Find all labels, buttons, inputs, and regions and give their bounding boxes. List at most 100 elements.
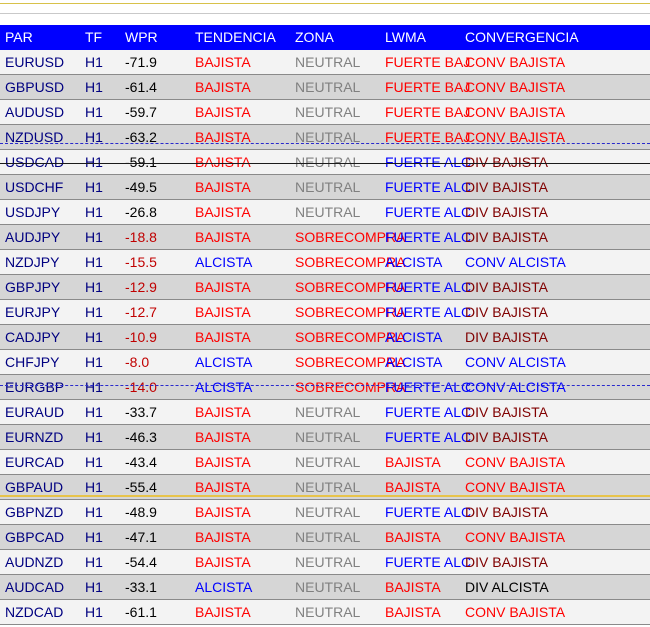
cell-tendencia: BAJISTA: [195, 54, 251, 70]
cell-tendencia: BAJISTA: [195, 429, 251, 445]
cell-convergencia: DIV BAJISTA: [465, 504, 548, 520]
cell-convergencia: DIV BAJISTA: [465, 554, 548, 570]
chart-top-area: [0, 0, 650, 25]
table-row: CHFJPY H1 -8.0 ALCISTA SOBRECOMPRA ALCISTA CON…: [0, 350, 650, 375]
table-row: NZDCAD H1 -61.1 BAJISTA NEUTRAL BAJISTA CONV B…: [0, 600, 650, 625]
table-row: GBPNZD H1 -48.9 BAJISTA NEUTRAL FUERTE ALC DIV…: [0, 500, 650, 525]
cell-par: AUDNZD: [5, 554, 64, 570]
cell-lwma: FUERTE ALC: [385, 204, 472, 220]
cell-par: EURCAD: [5, 454, 65, 470]
cell-tf: H1: [85, 504, 103, 520]
cell-tendencia: BAJISTA: [195, 329, 251, 345]
cell-zona: NEUTRAL: [295, 129, 361, 145]
cell-par: EURGBP: [5, 379, 65, 395]
cell-convergencia: CONV BAJISTA: [465, 454, 566, 470]
header-tendencia: TENDENCIA: [195, 29, 276, 45]
cell-tendencia: ALCISTA: [195, 379, 253, 395]
cell-par: GBPJPY: [5, 279, 61, 295]
cell-tf: H1: [85, 554, 103, 570]
table-row: EURGBP H1 -14.0 ALCISTA SOBRECOMPRA FUERTE AL…: [0, 375, 650, 400]
cell-par: GBPUSD: [5, 79, 65, 95]
cell-lwma: FUERTE ALC: [385, 229, 472, 245]
cell-convergencia: DIV BAJISTA: [465, 279, 548, 295]
cell-tf: H1: [85, 604, 103, 620]
grid-line: [0, 13, 650, 14]
cell-zona: NEUTRAL: [295, 404, 361, 420]
cell-wpr: -12.7: [125, 304, 157, 320]
cell-lwma: FUERTE ALC: [385, 504, 472, 520]
cell-convergencia: CONV BAJISTA: [465, 529, 566, 545]
cell-wpr: -12.9: [125, 279, 157, 295]
cell-tf: H1: [85, 204, 103, 220]
cell-wpr: -15.5: [125, 254, 157, 270]
cell-wpr: -61.4: [125, 79, 157, 95]
cell-convergencia: CONV BAJISTA: [465, 104, 566, 120]
table-header: PAR TF WPR TENDENCIA ZONA LWMA CONVERGEN…: [0, 25, 650, 50]
cell-par: CADJPY: [5, 329, 61, 345]
cell-convergencia: DIV BAJISTA: [465, 329, 548, 345]
cell-zona: NEUTRAL: [295, 54, 361, 70]
cell-tf: H1: [85, 304, 103, 320]
cell-convergencia: CONV BAJISTA: [465, 54, 566, 70]
cell-lwma: FUERTE BAJ: [385, 54, 471, 70]
cell-wpr: -49.5: [125, 179, 157, 195]
cell-par: NZDJPY: [5, 254, 60, 270]
cell-par: AUDUSD: [5, 104, 65, 120]
cell-lwma: BAJISTA: [385, 529, 441, 545]
table-row: AUDUSD H1 -59.7 BAJISTA NEUTRAL FUERTE BAJ CON…: [0, 100, 650, 125]
cell-lwma: FUERTE ALC: [385, 379, 472, 395]
cell-zona: NEUTRAL: [295, 179, 361, 195]
cell-par: EURAUD: [5, 404, 65, 420]
cell-par: CHFJPY: [5, 354, 60, 370]
cell-tendencia: ALCISTA: [195, 354, 253, 370]
cell-tf: H1: [85, 579, 103, 595]
cell-par: EURNZD: [5, 429, 64, 445]
cell-zona: NEUTRAL: [295, 104, 361, 120]
table-row: EURAUD H1 -33.7 BAJISTA NEUTRAL FUERTE ALC DIV…: [0, 400, 650, 425]
cell-par: EURUSD: [5, 54, 65, 70]
cell-par: NZDCAD: [5, 604, 64, 620]
cell-lwma: FUERTE ALC: [385, 179, 472, 195]
cell-wpr: -48.9: [125, 504, 157, 520]
cell-par: NZDUSD: [5, 129, 64, 145]
table-row: NZDUSD H1 -63.2 BAJISTA NEUTRAL FUERTE BAJ CON…: [0, 125, 650, 150]
price-line: [0, 3, 650, 4]
cell-tendencia: BAJISTA: [195, 554, 251, 570]
cell-convergencia: CONV BAJISTA: [465, 129, 566, 145]
header-lwma: LWMA: [385, 29, 426, 45]
cell-tf: H1: [85, 254, 103, 270]
cell-convergencia: DIV BAJISTA: [465, 304, 548, 320]
cell-wpr: -46.3: [125, 429, 157, 445]
table-row: USDJPY H1 -26.8 BAJISTA NEUTRAL FUERTE ALC DIV…: [0, 200, 650, 225]
cell-tf: H1: [85, 179, 103, 195]
cell-convergencia: CONV ALCISTA: [465, 354, 566, 370]
table-row: NZDJPY H1 -15.5 ALCISTA SOBRECOMPRA ALCISTA CO…: [0, 250, 650, 275]
header-par: PAR: [5, 29, 33, 45]
cell-wpr: -47.1: [125, 529, 157, 545]
table-row: EURCAD H1 -43.4 BAJISTA NEUTRAL BAJISTA CONV B…: [0, 450, 650, 475]
cell-lwma: ALCISTA: [385, 254, 443, 270]
cell-convergencia: CONV BAJISTA: [465, 79, 566, 95]
cell-tendencia: BAJISTA: [195, 179, 251, 195]
header-wpr: WPR: [125, 29, 158, 45]
chart-level-line: [0, 385, 650, 386]
table-row: EURJPY H1 -12.7 BAJISTA SOBRECOMPRA FUERTE AL…: [0, 300, 650, 325]
cell-tf: H1: [85, 129, 103, 145]
cell-wpr: -26.8: [125, 204, 157, 220]
table-row: AUDJPY H1 -18.8 BAJISTA SOBRECOMPRA FUERTE AL…: [0, 225, 650, 250]
cell-convergencia: CONV ALCISTA: [465, 379, 566, 395]
cell-tf: H1: [85, 79, 103, 95]
header-convergencia: CONVERGENCIA: [465, 29, 579, 45]
cell-wpr: -61.1: [125, 604, 157, 620]
cell-par: AUDCAD: [5, 579, 65, 595]
table-row: AUDCAD H1 -33.1 ALCISTA NEUTRAL BAJISTA DIV AL…: [0, 575, 650, 600]
cell-tendencia: BAJISTA: [195, 304, 251, 320]
table-row: AUDNZD H1 -54.4 BAJISTA NEUTRAL FUERTE ALC DIV…: [0, 550, 650, 575]
cell-wpr: -71.9: [125, 54, 157, 70]
cell-zona: NEUTRAL: [295, 429, 361, 445]
cell-lwma: BAJISTA: [385, 454, 441, 470]
cell-tendencia: BAJISTA: [195, 279, 251, 295]
cell-tendencia: BAJISTA: [195, 529, 251, 545]
cell-tendencia: BAJISTA: [195, 79, 251, 95]
table-row: USDCHF H1 -49.5 BAJISTA NEUTRAL FUERTE ALC DIV…: [0, 175, 650, 200]
